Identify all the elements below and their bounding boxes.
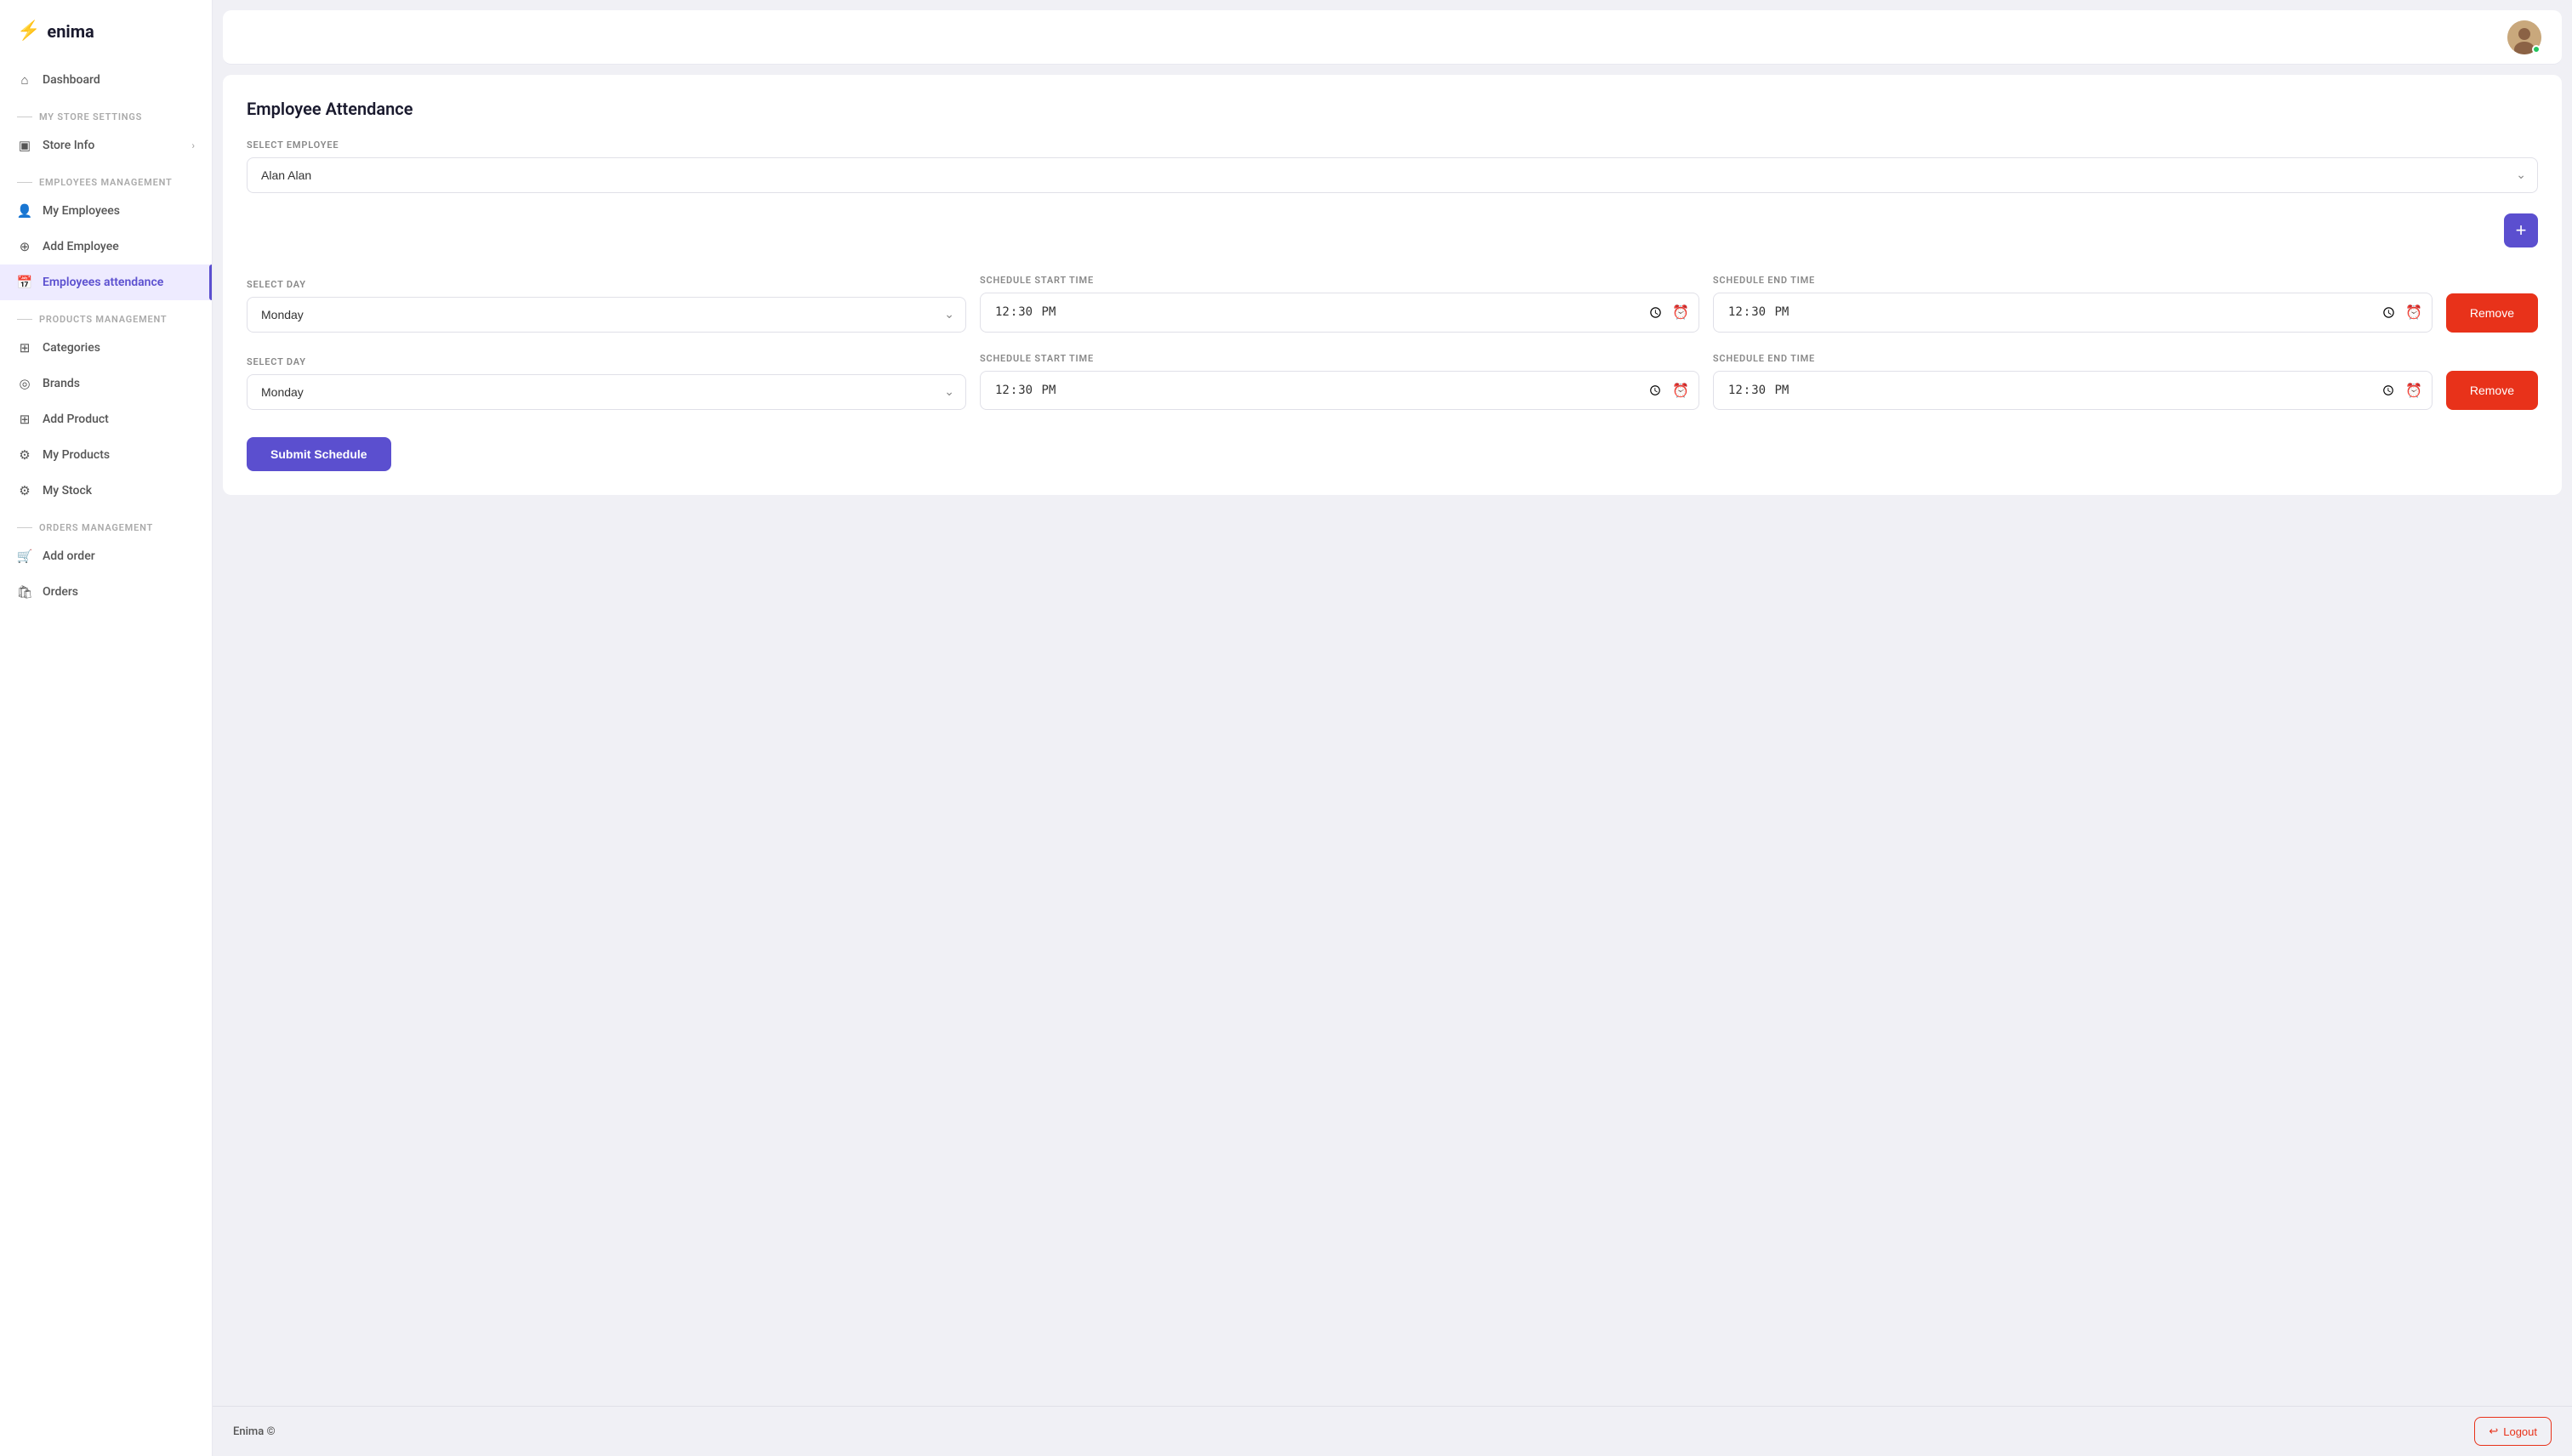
footer-copyright: Enima © xyxy=(233,1425,276,1438)
chevron-right-icon: › xyxy=(191,139,195,151)
end-time-label-1: SCHEDULE END TIME xyxy=(1713,275,2433,286)
day-select-wrapper-2: Monday Tuesday Wednesday Thursday Friday… xyxy=(247,374,966,410)
end-time-wrapper-2: ⏰ xyxy=(1713,371,2433,411)
start-time-label-1: SCHEDULE START TIME xyxy=(980,275,1699,286)
schedule-row-2: SELECT DAY Monday Tuesday Wednesday Thur… xyxy=(247,353,2538,411)
add-order-label: Add order xyxy=(43,549,95,563)
start-time-input-1[interactable] xyxy=(980,293,1699,333)
end-time-label-2: SCHEDULE END TIME xyxy=(1713,353,2433,364)
select-employee-label: SELECT EMPLOYEE xyxy=(247,139,2538,151)
sidebar-item-categories[interactable]: ⊞ Categories xyxy=(0,330,212,366)
start-time-wrapper-2: ⏰ xyxy=(980,371,1699,411)
online-indicator xyxy=(2532,45,2541,54)
person-icon: 👤 xyxy=(17,203,32,219)
home-icon: ⌂ xyxy=(17,72,32,88)
sidebar-item-add-order[interactable]: 🛒 Add order xyxy=(0,538,212,574)
schedule-row-1: SELECT DAY Monday Tuesday Wednesday Thur… xyxy=(247,275,2538,333)
end-time-input-1[interactable] xyxy=(1713,293,2433,333)
end-time-input-2[interactable] xyxy=(1713,371,2433,411)
select-day-label-2: SELECT DAY xyxy=(247,356,966,367)
start-time-section-1: SCHEDULE START TIME ⏰ xyxy=(980,275,1699,333)
section-label-my-store: MY STORE SETTINGS xyxy=(0,98,212,128)
my-products-label: My Products xyxy=(43,448,110,462)
employee-select-wrapper: Alan Alan John Doe Jane Smith ⌄ xyxy=(247,157,2538,193)
header xyxy=(223,10,2562,65)
brands-label: Brands xyxy=(43,377,80,390)
select-day-label-1: SELECT DAY xyxy=(247,279,966,290)
sidebar-item-employees-attendance[interactable]: 📅 Employees attendance xyxy=(0,264,212,300)
sidebar-item-orders[interactable]: 🛍 Orders xyxy=(0,574,212,610)
employees-attendance-label: Employees attendance xyxy=(43,276,163,289)
add-employee-label: Add Employee xyxy=(43,240,119,253)
sidebar: ⚡ enima ⌂ Dashboard MY STORE SETTINGS ▣ … xyxy=(0,0,213,1456)
sidebar-item-my-stock[interactable]: ⚙ My Stock xyxy=(0,473,212,509)
grid-icon: ⊞ xyxy=(17,340,32,355)
employee-attendance-card: Employee Attendance SELECT EMPLOYEE Alan… xyxy=(223,75,2562,495)
end-time-section-1: SCHEDULE END TIME ⏰ xyxy=(1713,275,2433,333)
footer: Enima © ↩ Logout xyxy=(213,1406,2572,1456)
section-label-employees: EMPLOYEES MANAGEMENT xyxy=(0,163,212,193)
section-label-orders: ORDERS MANAGEMENT xyxy=(0,509,212,538)
section-label-products: PRODUCTS MANAGEMENT xyxy=(0,300,212,330)
remove-section-2: Remove xyxy=(2446,371,2538,410)
sidebar-item-brands[interactable]: ◎ Brands xyxy=(0,366,212,401)
start-time-section-2: SCHEDULE START TIME ⏰ xyxy=(980,353,1699,411)
logout-icon: ↩ xyxy=(2489,1425,2498,1438)
end-time-section-2: SCHEDULE END TIME ⏰ xyxy=(1713,353,2433,411)
categories-label: Categories xyxy=(43,341,100,355)
main-content: Employee Attendance SELECT EMPLOYEE Alan… xyxy=(213,0,2572,1456)
cart-icon: 🛒 xyxy=(17,549,32,564)
app-logo: ⚡ enima xyxy=(0,0,212,62)
submit-schedule-button[interactable]: Submit Schedule xyxy=(247,437,391,471)
logout-button[interactable]: ↩ Logout xyxy=(2474,1417,2552,1446)
employee-select[interactable]: Alan Alan John Doe Jane Smith xyxy=(247,157,2538,193)
remove-button-1[interactable]: Remove xyxy=(2446,293,2538,333)
start-time-label-2: SCHEDULE START TIME xyxy=(980,353,1699,364)
add-product-icon: ⊞ xyxy=(17,412,32,427)
orders-icon: 🛍 xyxy=(17,584,32,600)
my-stock-label: My Stock xyxy=(43,484,92,498)
store-info-label: Store Info xyxy=(43,139,94,152)
logout-label: Logout xyxy=(2503,1425,2537,1438)
store-icon: ▣ xyxy=(17,138,32,153)
remove-button-2[interactable]: Remove xyxy=(2446,371,2538,410)
select-day-section-2: SELECT DAY Monday Tuesday Wednesday Thur… xyxy=(247,356,966,410)
sidebar-item-add-product[interactable]: ⊞ Add Product xyxy=(0,401,212,437)
logo-icon: ⚡ xyxy=(17,20,40,42)
add-row-button[interactable]: + xyxy=(2504,213,2538,247)
select-employee-section: SELECT EMPLOYEE Alan Alan John Doe Jane … xyxy=(247,139,2538,193)
sidebar-item-store-info[interactable]: ▣ Store Info › xyxy=(0,128,212,163)
remove-section-1: Remove xyxy=(2446,293,2538,333)
calendar-check-icon: 📅 xyxy=(17,275,32,290)
select-day-section-1: SELECT DAY Monday Tuesday Wednesday Thur… xyxy=(247,279,966,333)
sidebar-item-my-employees[interactable]: 👤 My Employees xyxy=(0,193,212,229)
stock-icon: ⚙ xyxy=(17,483,32,498)
page-title: Employee Attendance xyxy=(247,99,2538,119)
day-select-1[interactable]: Monday Tuesday Wednesday Thursday Friday… xyxy=(247,297,966,333)
user-avatar-wrapper[interactable] xyxy=(2507,20,2541,54)
sidebar-item-my-products[interactable]: ⚙ My Products xyxy=(0,437,212,473)
sidebar-item-add-employee[interactable]: ⊕ Add Employee xyxy=(0,229,212,264)
day-select-wrapper-1: Monday Tuesday Wednesday Thursday Friday… xyxy=(247,297,966,333)
my-employees-label: My Employees xyxy=(43,204,120,218)
add-person-icon: ⊕ xyxy=(17,239,32,254)
sidebar-item-dashboard[interactable]: ⌂ Dashboard xyxy=(0,62,212,98)
page-content: Employee Attendance SELECT EMPLOYEE Alan… xyxy=(213,65,2572,1406)
end-time-wrapper-1: ⏰ xyxy=(1713,293,2433,333)
dashboard-label: Dashboard xyxy=(43,73,100,87)
add-product-label: Add Product xyxy=(43,412,109,426)
tag-icon: ◎ xyxy=(17,376,32,391)
orders-label: Orders xyxy=(43,585,78,599)
start-time-wrapper-1: ⏰ xyxy=(980,293,1699,333)
start-time-input-2[interactable] xyxy=(980,371,1699,411)
app-name: enima xyxy=(47,21,94,42)
day-select-2[interactable]: Monday Tuesday Wednesday Thursday Friday… xyxy=(247,374,966,410)
products-icon: ⚙ xyxy=(17,447,32,463)
